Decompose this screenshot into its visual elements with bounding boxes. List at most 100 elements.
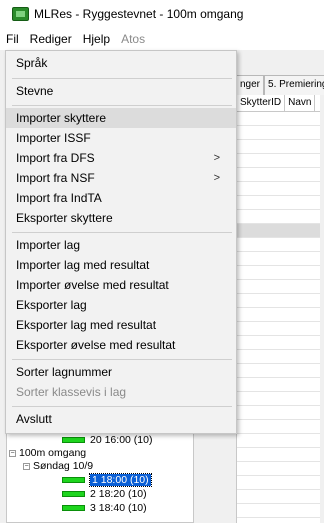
tree-item-3[interactable]: 3 18:40 (10) xyxy=(62,502,147,514)
grid-header: SkytterID Navn xyxy=(237,95,320,112)
menu-atos[interactable]: Atos xyxy=(121,32,145,46)
menu-hjelp[interactable]: Hjelp xyxy=(83,32,110,46)
table-row[interactable] xyxy=(237,238,320,252)
tree-item-20[interactable]: 20 16:00 (10) xyxy=(62,434,152,446)
tab-nger[interactable]: nger xyxy=(236,75,265,95)
collapse-icon[interactable]: − xyxy=(23,462,30,470)
table-row[interactable] xyxy=(237,322,320,336)
table-row[interactable] xyxy=(237,140,320,154)
status-bar-icon xyxy=(62,477,85,483)
table-row[interactable] xyxy=(237,210,320,224)
tree-item-label: 1 18:00 (10) xyxy=(89,473,152,487)
table-row[interactable] xyxy=(237,490,320,504)
status-bar-icon xyxy=(62,491,85,497)
table-row[interactable] xyxy=(237,294,320,308)
tree-item-2[interactable]: 2 18:20 (10) xyxy=(62,488,147,500)
menu-fil[interactable]: Fil xyxy=(6,32,19,46)
menu-separator xyxy=(12,406,232,407)
menu-item-importer-lag-resultat[interactable]: Importer lag med resultat xyxy=(6,255,236,275)
table-row[interactable] xyxy=(237,378,320,392)
tree-item-label: Søndag 10/9 xyxy=(33,460,94,472)
menu-item-label: Importer øvelse med resultat xyxy=(16,278,169,292)
menu-item-eksporter-lag-resultat[interactable]: Eksporter lag med resultat xyxy=(6,315,236,335)
status-bar-icon xyxy=(62,505,85,511)
table-row[interactable] xyxy=(237,504,320,518)
table-row[interactable] xyxy=(237,168,320,182)
table-row[interactable] xyxy=(237,196,320,210)
menu-separator xyxy=(12,78,232,79)
menu-item-label: Eksporter lag med resultat xyxy=(16,318,157,332)
table-row[interactable] xyxy=(237,280,320,294)
menu-item-label: Import fra NSF xyxy=(16,171,95,185)
menu-item-label: Importer lag med resultat xyxy=(16,258,150,272)
menu-separator xyxy=(12,232,232,233)
menu-item-label: Import fra IndTA xyxy=(16,191,102,205)
table-row[interactable] xyxy=(237,112,320,126)
table-row[interactable] xyxy=(237,336,320,350)
tree-item-label: 2 18:20 (10) xyxy=(90,488,147,500)
table-row[interactable] xyxy=(237,350,320,364)
title-bar: MLRes - Ryggestevnet - 100m omgang xyxy=(0,0,324,28)
menu-item-eksporter-lag[interactable]: Eksporter lag xyxy=(6,295,236,315)
menu-item-importer-lag[interactable]: Importer lag xyxy=(6,235,236,255)
file-menu-dropdown: Språk Stevne Importer skyttere Importer … xyxy=(5,50,237,434)
tree-item-label: 20 16:00 (10) xyxy=(90,434,153,446)
table-row[interactable] xyxy=(237,126,320,140)
menu-item-label: Importer lag xyxy=(16,238,81,252)
menu-item-label: Sorter klassevis i lag xyxy=(16,385,127,399)
menu-item-import-dfs[interactable]: Import fra DFS > xyxy=(6,148,236,168)
menu-bar: Fil Rediger Hjelp Atos xyxy=(0,28,324,50)
menu-item-label: Stevne xyxy=(16,84,54,98)
table-row[interactable] xyxy=(237,406,320,420)
menu-item-sorter-klassevis[interactable]: Sorter klassevis i lag xyxy=(6,382,236,402)
window-title: MLRes - Ryggestevnet - 100m omgang xyxy=(34,7,244,21)
table-row[interactable] xyxy=(237,364,320,378)
table-row[interactable] xyxy=(237,448,320,462)
menu-item-import-nsf[interactable]: Import fra NSF > xyxy=(6,168,236,188)
table-row[interactable] xyxy=(237,434,320,448)
collapse-icon[interactable]: − xyxy=(9,449,16,457)
tab-premiering[interactable]: 5. Premiering xyxy=(264,75,324,95)
column-header-navn[interactable]: Navn xyxy=(285,95,316,111)
column-header-skytterid[interactable]: SkytterID xyxy=(237,95,286,111)
tree-item-100m-omgang[interactable]: − 100m omgang xyxy=(9,447,86,459)
table-row[interactable] xyxy=(237,252,320,266)
table-row[interactable] xyxy=(237,392,320,406)
table-row[interactable] xyxy=(237,476,320,490)
app-icon xyxy=(12,7,29,21)
tree-item-sondag[interactable]: − Søndag 10/9 xyxy=(23,460,93,472)
menu-item-eksporter-skyttere[interactable]: Eksporter skyttere xyxy=(6,208,236,228)
menu-separator xyxy=(12,359,232,360)
menu-item-avslutt[interactable]: Avslutt xyxy=(6,409,236,429)
menu-item-label: Importer ISSF xyxy=(16,131,91,145)
tree-item-label: 3 18:40 (10) xyxy=(90,502,147,514)
table-row[interactable] xyxy=(237,308,320,322)
menu-item-eksporter-ovelse-resultat[interactable]: Eksporter øvelse med resultat xyxy=(6,335,236,355)
table-row[interactable] xyxy=(237,420,320,434)
menu-item-label: Sorter lagnummer xyxy=(16,365,113,379)
menu-item-importer-ovelse-resultat[interactable]: Importer øvelse med resultat xyxy=(6,275,236,295)
menu-item-label: Importer skyttere xyxy=(16,111,107,125)
menu-item-label: Eksporter skyttere xyxy=(16,211,113,225)
status-bar-icon xyxy=(62,437,85,443)
menu-item-import-indta[interactable]: Import fra IndTA xyxy=(6,188,236,208)
table-row[interactable] xyxy=(237,266,320,280)
menu-item-stevne[interactable]: Stevne xyxy=(6,81,236,101)
menu-rediger[interactable]: Rediger xyxy=(30,32,72,46)
menu-item-label: Eksporter lag xyxy=(16,298,87,312)
menu-item-label: Import fra DFS xyxy=(16,151,95,165)
submenu-arrow-icon: > xyxy=(213,172,220,184)
tree-item-label: 100m omgang xyxy=(19,447,87,459)
table-row[interactable] xyxy=(237,224,320,238)
table-row[interactable] xyxy=(237,462,320,476)
menu-item-label: Avslutt xyxy=(16,412,52,426)
menu-item-importer-skyttere[interactable]: Importer skyttere xyxy=(6,108,236,128)
menu-item-importer-issf[interactable]: Importer ISSF xyxy=(6,128,236,148)
table-row[interactable] xyxy=(237,182,320,196)
shooter-grid[interactable]: SkytterID Navn xyxy=(236,95,320,523)
menu-item-label: Språk xyxy=(16,56,48,70)
menu-item-sprak[interactable]: Språk xyxy=(6,53,236,73)
table-row[interactable] xyxy=(237,154,320,168)
menu-item-sorter-lagnummer[interactable]: Sorter lagnummer xyxy=(6,362,236,382)
tree-item-1[interactable]: 1 18:00 (10) xyxy=(62,473,152,487)
